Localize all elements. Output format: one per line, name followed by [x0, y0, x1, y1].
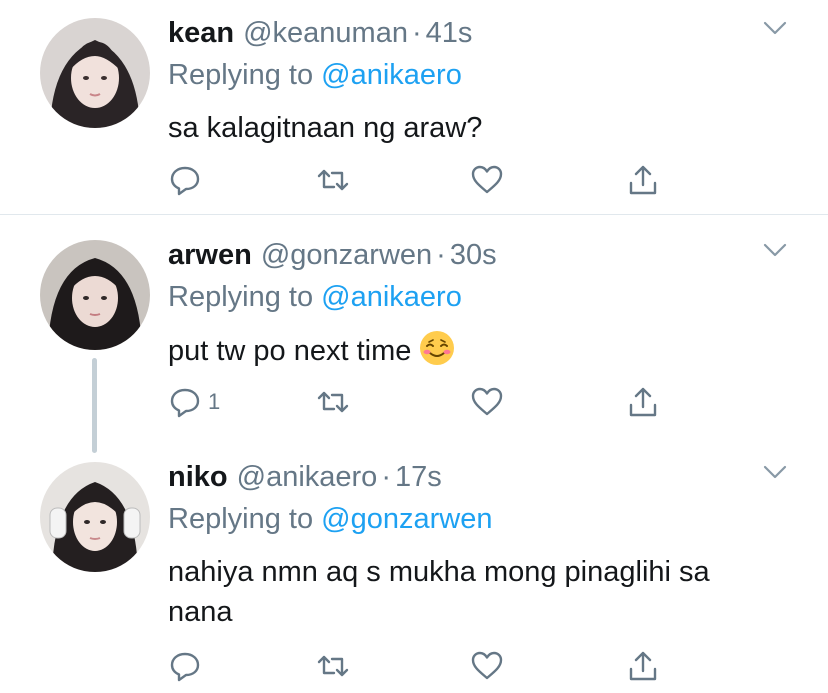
chevron-down-icon[interactable]	[762, 240, 788, 260]
retweet-icon	[317, 391, 349, 413]
action-bar	[168, 162, 668, 198]
user-handle[interactable]: @anikaero	[237, 461, 378, 494]
like-button[interactable]	[470, 648, 504, 684]
display-name[interactable]: kean	[168, 17, 234, 50]
retweet-button[interactable]	[316, 384, 350, 420]
timestamp[interactable]: 30s	[450, 239, 497, 272]
tweet-3[interactable]: niko @anikaero · 17s Replying to @gonzar…	[0, 455, 828, 693]
retweet-button[interactable]	[316, 162, 350, 198]
separator-dot: ·	[411, 16, 422, 49]
reply-button[interactable]	[168, 162, 202, 198]
like-icon	[471, 387, 503, 416]
mention-link[interactable]: @anikaero	[321, 59, 462, 91]
reply-icon	[170, 388, 200, 418]
timestamp[interactable]: 41s	[426, 17, 473, 50]
tweet-text: put tw po next time	[168, 330, 788, 371]
tweet-2[interactable]: arwen @gonzarwen · 30s Replying to @anik…	[0, 215, 828, 455]
mention-link[interactable]: @gonzarwen	[321, 503, 492, 535]
replying-prefix: Replying to	[168, 281, 314, 313]
like-button[interactable]	[470, 162, 504, 198]
share-icon	[629, 651, 657, 681]
replying-to-line: Replying to @anikaero	[168, 280, 788, 314]
relieved-smiling-face-emoji	[420, 331, 455, 365]
user-handle[interactable]: @gonzarwen	[261, 239, 432, 272]
chevron-down-icon[interactable]	[762, 18, 788, 38]
reply-icon	[170, 166, 200, 196]
separator-dot: ·	[381, 460, 391, 493]
mention-link[interactable]: @anikaero	[321, 281, 462, 313]
tweet-1[interactable]: kean @keanuman · 41s Replying to @anikae…	[0, 0, 828, 215]
avatar[interactable]	[40, 240, 150, 350]
tweet-text: sa kalagitnaan ng araw?	[168, 112, 483, 144]
avatar[interactable]	[40, 18, 150, 128]
share-button[interactable]	[626, 648, 660, 684]
like-icon	[471, 165, 503, 194]
like-button[interactable]	[470, 384, 504, 420]
reply-count: 1	[208, 389, 221, 414]
retweet-icon	[317, 655, 349, 677]
share-button[interactable]	[626, 162, 660, 198]
replying-prefix: Replying to	[168, 59, 314, 91]
reply-button[interactable]	[168, 648, 202, 684]
share-icon	[629, 165, 657, 195]
reply-icon	[170, 652, 200, 682]
action-bar: 1	[168, 384, 668, 420]
replying-to-line: Replying to @gonzarwen	[168, 502, 788, 536]
timestamp[interactable]: 17s	[395, 461, 442, 494]
share-button[interactable]	[626, 384, 660, 420]
share-icon	[629, 387, 657, 417]
reply-button[interactable]: 1	[168, 384, 220, 420]
tweet-text: nahiya nmn aq s mukha mong pinaglihi sa …	[168, 556, 710, 628]
chevron-down-icon[interactable]	[762, 462, 788, 482]
separator-dot: ·	[436, 238, 446, 271]
retweet-button[interactable]	[316, 648, 350, 684]
thread-line	[92, 358, 97, 453]
like-icon	[471, 651, 503, 680]
action-bar	[168, 648, 668, 684]
tweet-text-body: put tw po next time	[168, 335, 412, 367]
avatar[interactable]	[40, 462, 150, 572]
display-name[interactable]: niko	[168, 461, 228, 494]
replying-prefix: Replying to	[168, 503, 314, 535]
replying-to-line: Replying to @anikaero	[168, 58, 788, 92]
user-handle[interactable]: @keanuman	[243, 17, 408, 50]
retweet-icon	[317, 169, 349, 191]
display-name[interactable]: arwen	[168, 239, 252, 272]
